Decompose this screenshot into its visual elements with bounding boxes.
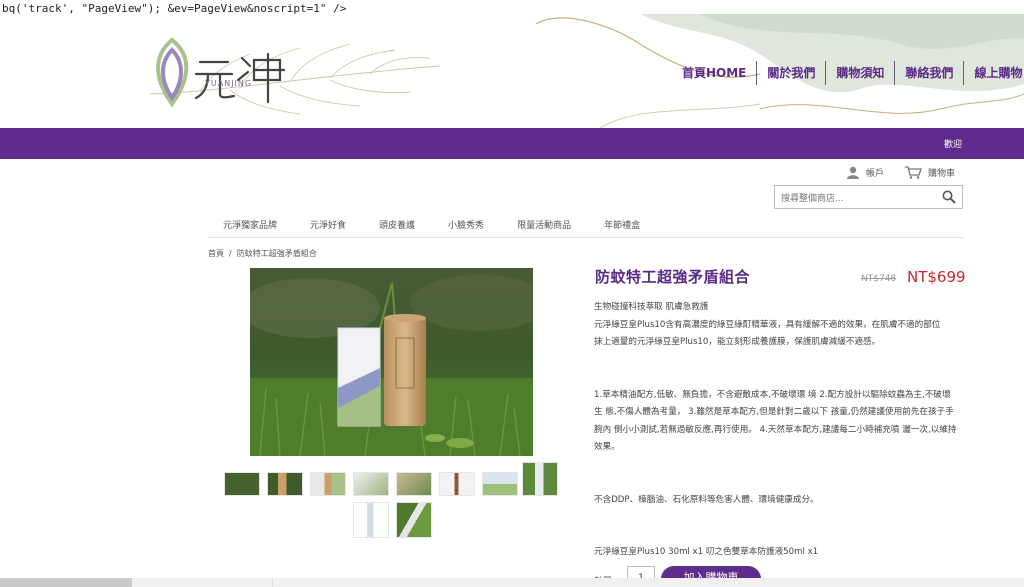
description-spacer <box>594 457 966 475</box>
description-line: 元淨綠豆皇Plus10 30ml x1 叨之色雙草本防護液50ml x1 <box>594 547 819 557</box>
scrollbar-divider <box>272 578 273 587</box>
breadcrumb-current: 防蚊特工超強矛盾組合 <box>236 249 317 258</box>
sale-price: NT$699 <box>907 268 966 286</box>
account-label: 帳戶 <box>866 169 885 179</box>
thumbnail-3[interactable] <box>310 472 346 496</box>
description-line: 效果。 <box>594 442 620 452</box>
welcome-bar: 歡迎 <box>0 128 1024 159</box>
thumbnail-5[interactable] <box>396 472 432 496</box>
thumbnail-9[interactable] <box>353 502 389 538</box>
category-face[interactable]: 小臉秀秀 <box>448 218 484 237</box>
original-price: NT$748 <box>861 274 897 284</box>
breadcrumb-separator: / <box>229 249 232 258</box>
category-gift-boxes[interactable]: 年節禮盒 <box>604 218 640 237</box>
cart-label: 購物車 <box>928 169 956 179</box>
product-main-image[interactable] <box>250 268 533 456</box>
cart-link[interactable]: 購物車 <box>904 166 955 179</box>
category-scalp-care[interactable]: 頭皮養護 <box>379 218 415 237</box>
nav-contact[interactable]: 聯絡我們 <box>894 61 963 85</box>
product-title: 防蚊特工超強矛盾組合 <box>595 268 751 286</box>
thumbnail-2[interactable] <box>267 472 303 496</box>
description-line: 1.草本精油配方,低敏、無負擔，不含避敵成本,不破壞環 境 2.配方設計以驅除蚊… <box>594 389 951 400</box>
description-spacer <box>594 352 966 370</box>
logo-wordmark: YUANJING <box>205 79 253 88</box>
description-spacer <box>594 509 966 527</box>
thumbnail-4[interactable] <box>353 472 389 496</box>
site-search <box>774 185 963 210</box>
nav-about[interactable]: 關於我們 <box>756 61 825 85</box>
breadcrumb-home[interactable]: 首頁 <box>208 249 224 258</box>
nav-shopping-guide[interactable]: 購物須知 <box>825 61 894 85</box>
product-photo <box>250 268 533 456</box>
account-link[interactable]: 帳戶 <box>846 166 884 179</box>
description-spacer <box>594 474 966 492</box>
top-navigation: 首頁HOME 關於我們 購物須知 聯絡我們 線上購物 <box>672 61 1024 85</box>
category-navigation: 元淨獨家品牌 元淨好食 頭皮養護 小臉秀秀 限量活動商品 年節禮盒 <box>208 218 963 238</box>
thumbnail-1[interactable] <box>224 472 260 496</box>
description-line: 元淨綠豆皇Plus10含有高濃度的綠豆綠酊精華液，具有緩解不適的效果，在肌膚不適… <box>594 319 941 330</box>
horizontal-scrollbar[interactable] <box>0 578 1024 587</box>
scrollbar-thumb[interactable] <box>0 578 132 587</box>
search-input[interactable] <box>775 188 935 210</box>
description-line: 抹上適量的元淨綠豆皇Plus10，能立刻形成養護膜，保護肌膚減緩不適感。 <box>594 337 881 347</box>
description-line: 生 態,不傷人體為考量， 3.雖然是草本配方,但是針對二歲以下 孩童,仍然建議使… <box>594 407 954 417</box>
description-spacer <box>594 369 966 387</box>
thumbnail-10[interactable] <box>396 502 432 538</box>
product-description: 生物碰撞科技萃取 肌膚急救護 元淨綠豆皇Plus10含有高濃度的綠豆綠酊精華液，… <box>594 299 966 562</box>
thumbnail-6[interactable] <box>439 472 475 496</box>
description-line: 腕內 側小小測試,若無過敏反應,再行使用。 4.天然草本配方,建議每二小時補充噴… <box>594 424 957 435</box>
nav-online-shop[interactable]: 線上購物 <box>963 61 1024 85</box>
thumbnail-7[interactable] <box>482 472 518 496</box>
shopping-cart-icon <box>905 166 922 179</box>
nav-home[interactable]: 首頁HOME <box>672 61 756 85</box>
category-exclusive-brand[interactable]: 元淨獨家品牌 <box>223 218 277 237</box>
breadcrumb: 首頁 / 防蚊特工超強矛盾組合 <box>208 248 317 259</box>
category-limited-offers[interactable]: 限量活動商品 <box>517 218 571 237</box>
user-icon <box>847 166 859 179</box>
site-header: YUANJING 首頁HOME 關於我們 購物須知 聯絡我們 線上購物 <box>0 14 1024 128</box>
description-line: 不含DDP、樟腦油、石化原料等危害人體、環境健康成分。 <box>594 494 819 505</box>
description-spacer <box>594 527 966 545</box>
yuanjing-logo[interactable] <box>150 36 300 112</box>
description-line: 生物碰撞科技萃取 肌膚急救護 <box>594 302 709 312</box>
search-icon[interactable] <box>942 190 956 204</box>
welcome-text: 歡迎 <box>943 140 962 150</box>
thumbnail-8[interactable] <box>522 462 558 496</box>
category-food[interactable]: 元淨好食 <box>310 218 346 237</box>
account-links: 帳戶 購物車 <box>846 166 975 179</box>
